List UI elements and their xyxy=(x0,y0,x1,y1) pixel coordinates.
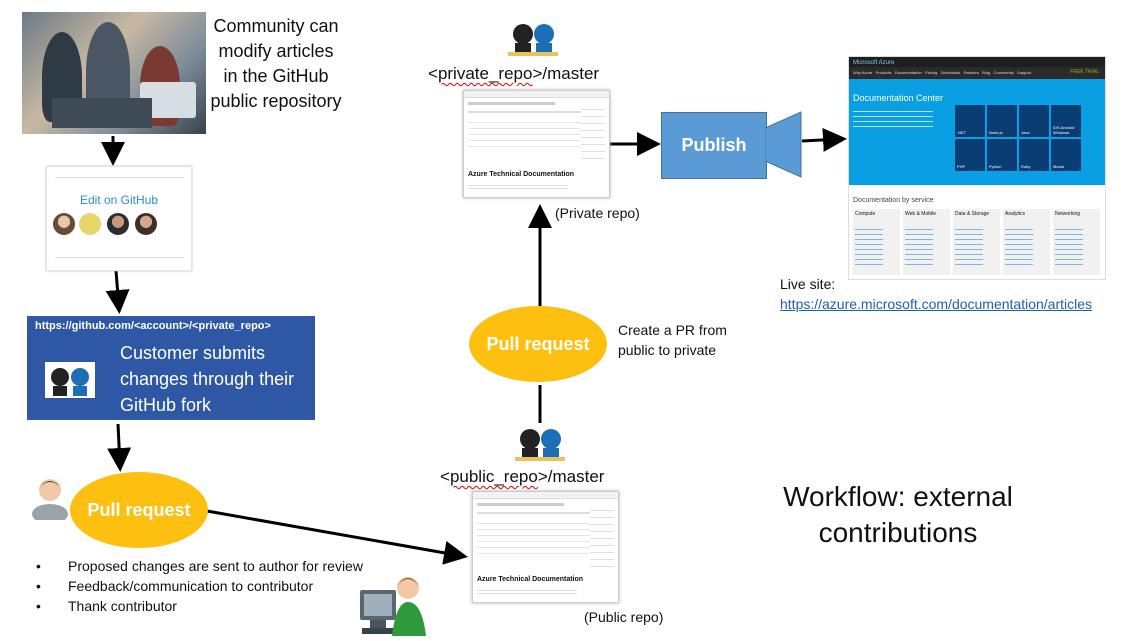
azure-documentation-screenshot: Microsoft Azure Why Azure Products Docum… xyxy=(848,56,1106,280)
azure-tile: Ruby xyxy=(1019,139,1049,171)
octocat-icon xyxy=(45,362,95,398)
edit-on-github-card: Edit on GitHub xyxy=(46,166,192,271)
octocat-icon xyxy=(515,429,565,461)
pull-request-oval-left: Pull request xyxy=(70,472,208,548)
live-site-label: Live site: xyxy=(780,276,836,292)
contributor-avatar xyxy=(135,213,157,235)
arrow-card-to-fork xyxy=(105,270,130,314)
live-site-link[interactable]: https://azure.microsoft.com/documentatio… xyxy=(780,296,1092,312)
azure-tile: PHP xyxy=(955,139,985,171)
fork-url: https://github.com/<account>/<private_re… xyxy=(35,320,271,332)
contributor-avatar xyxy=(53,213,75,235)
bullet-item: Thank contributor xyxy=(36,596,363,616)
person-at-computer-icon xyxy=(360,577,426,636)
azure-trial: FREE TRIAL xyxy=(1070,69,1099,75)
private-repo-caption: (Private repo) xyxy=(555,205,640,221)
user-icon xyxy=(32,479,68,520)
create-pr-caption: Create a PR from public to private xyxy=(618,322,727,358)
arrow-pr-to-public xyxy=(206,509,468,565)
contributor-avatar xyxy=(79,213,101,235)
azure-service-column: Compute xyxy=(853,209,900,275)
arrow-publish-to-site xyxy=(801,127,847,152)
azure-tile: Python xyxy=(987,139,1017,171)
public-repo-caption: (Public repo) xyxy=(584,609,664,625)
azure-tile: Node.js xyxy=(987,105,1017,137)
azure-service-column: Networking xyxy=(1053,209,1100,275)
public-repo-screenshot: Azure Technical Documentation xyxy=(472,491,619,603)
azure-by-service: Documentation by service xyxy=(853,197,934,204)
azure-tile: Java xyxy=(1019,105,1049,137)
azure-tile: .NET xyxy=(955,105,985,137)
azure-tile: Media xyxy=(1051,139,1081,171)
private-repo-title: <private_repo>/master xyxy=(428,64,600,83)
publish-megaphone-cone xyxy=(765,111,802,178)
publish-box: Publish xyxy=(661,112,767,179)
customer-fork-box: https://github.com/<account>/<private_re… xyxy=(27,316,315,420)
fork-description: Customer submits changes through their G… xyxy=(120,343,295,415)
azure-service-column: Data & Storage xyxy=(953,209,1000,275)
public-repo-title: <public_repo>/master xyxy=(440,467,605,486)
private-doc-title: Azure Technical Documentation xyxy=(468,171,575,178)
contributor-avatar xyxy=(107,213,129,235)
public-doc-title: Azure Technical Documentation xyxy=(477,576,584,583)
workflow-title: Workflow: external contributions xyxy=(783,481,1013,548)
azure-brand: Microsoft Azure xyxy=(853,60,895,66)
bullet-item: Feedback/communication to contributor xyxy=(36,576,363,596)
pull-request-oval-center: Pull request xyxy=(469,306,607,382)
bullet-item: Proposed changes are sent to author for … xyxy=(36,556,363,576)
azure-heading: Documentation Center xyxy=(853,93,944,103)
review-steps-list: Proposed changes are sent to author for … xyxy=(36,556,363,616)
azure-tile: iOS Android Windows xyxy=(1051,105,1081,137)
private-repo-screenshot: Azure Technical Documentation xyxy=(463,90,610,198)
octocat-icon xyxy=(508,24,558,56)
edit-on-github-link[interactable]: Edit on GitHub xyxy=(47,193,191,207)
arrow-fork-to-pr xyxy=(107,423,132,472)
azure-nav: Why Azure Products Documentation Pricing… xyxy=(853,70,1032,75)
azure-service-column: Analytics xyxy=(1003,209,1050,275)
azure-service-column: Web & Mobile xyxy=(903,209,950,275)
